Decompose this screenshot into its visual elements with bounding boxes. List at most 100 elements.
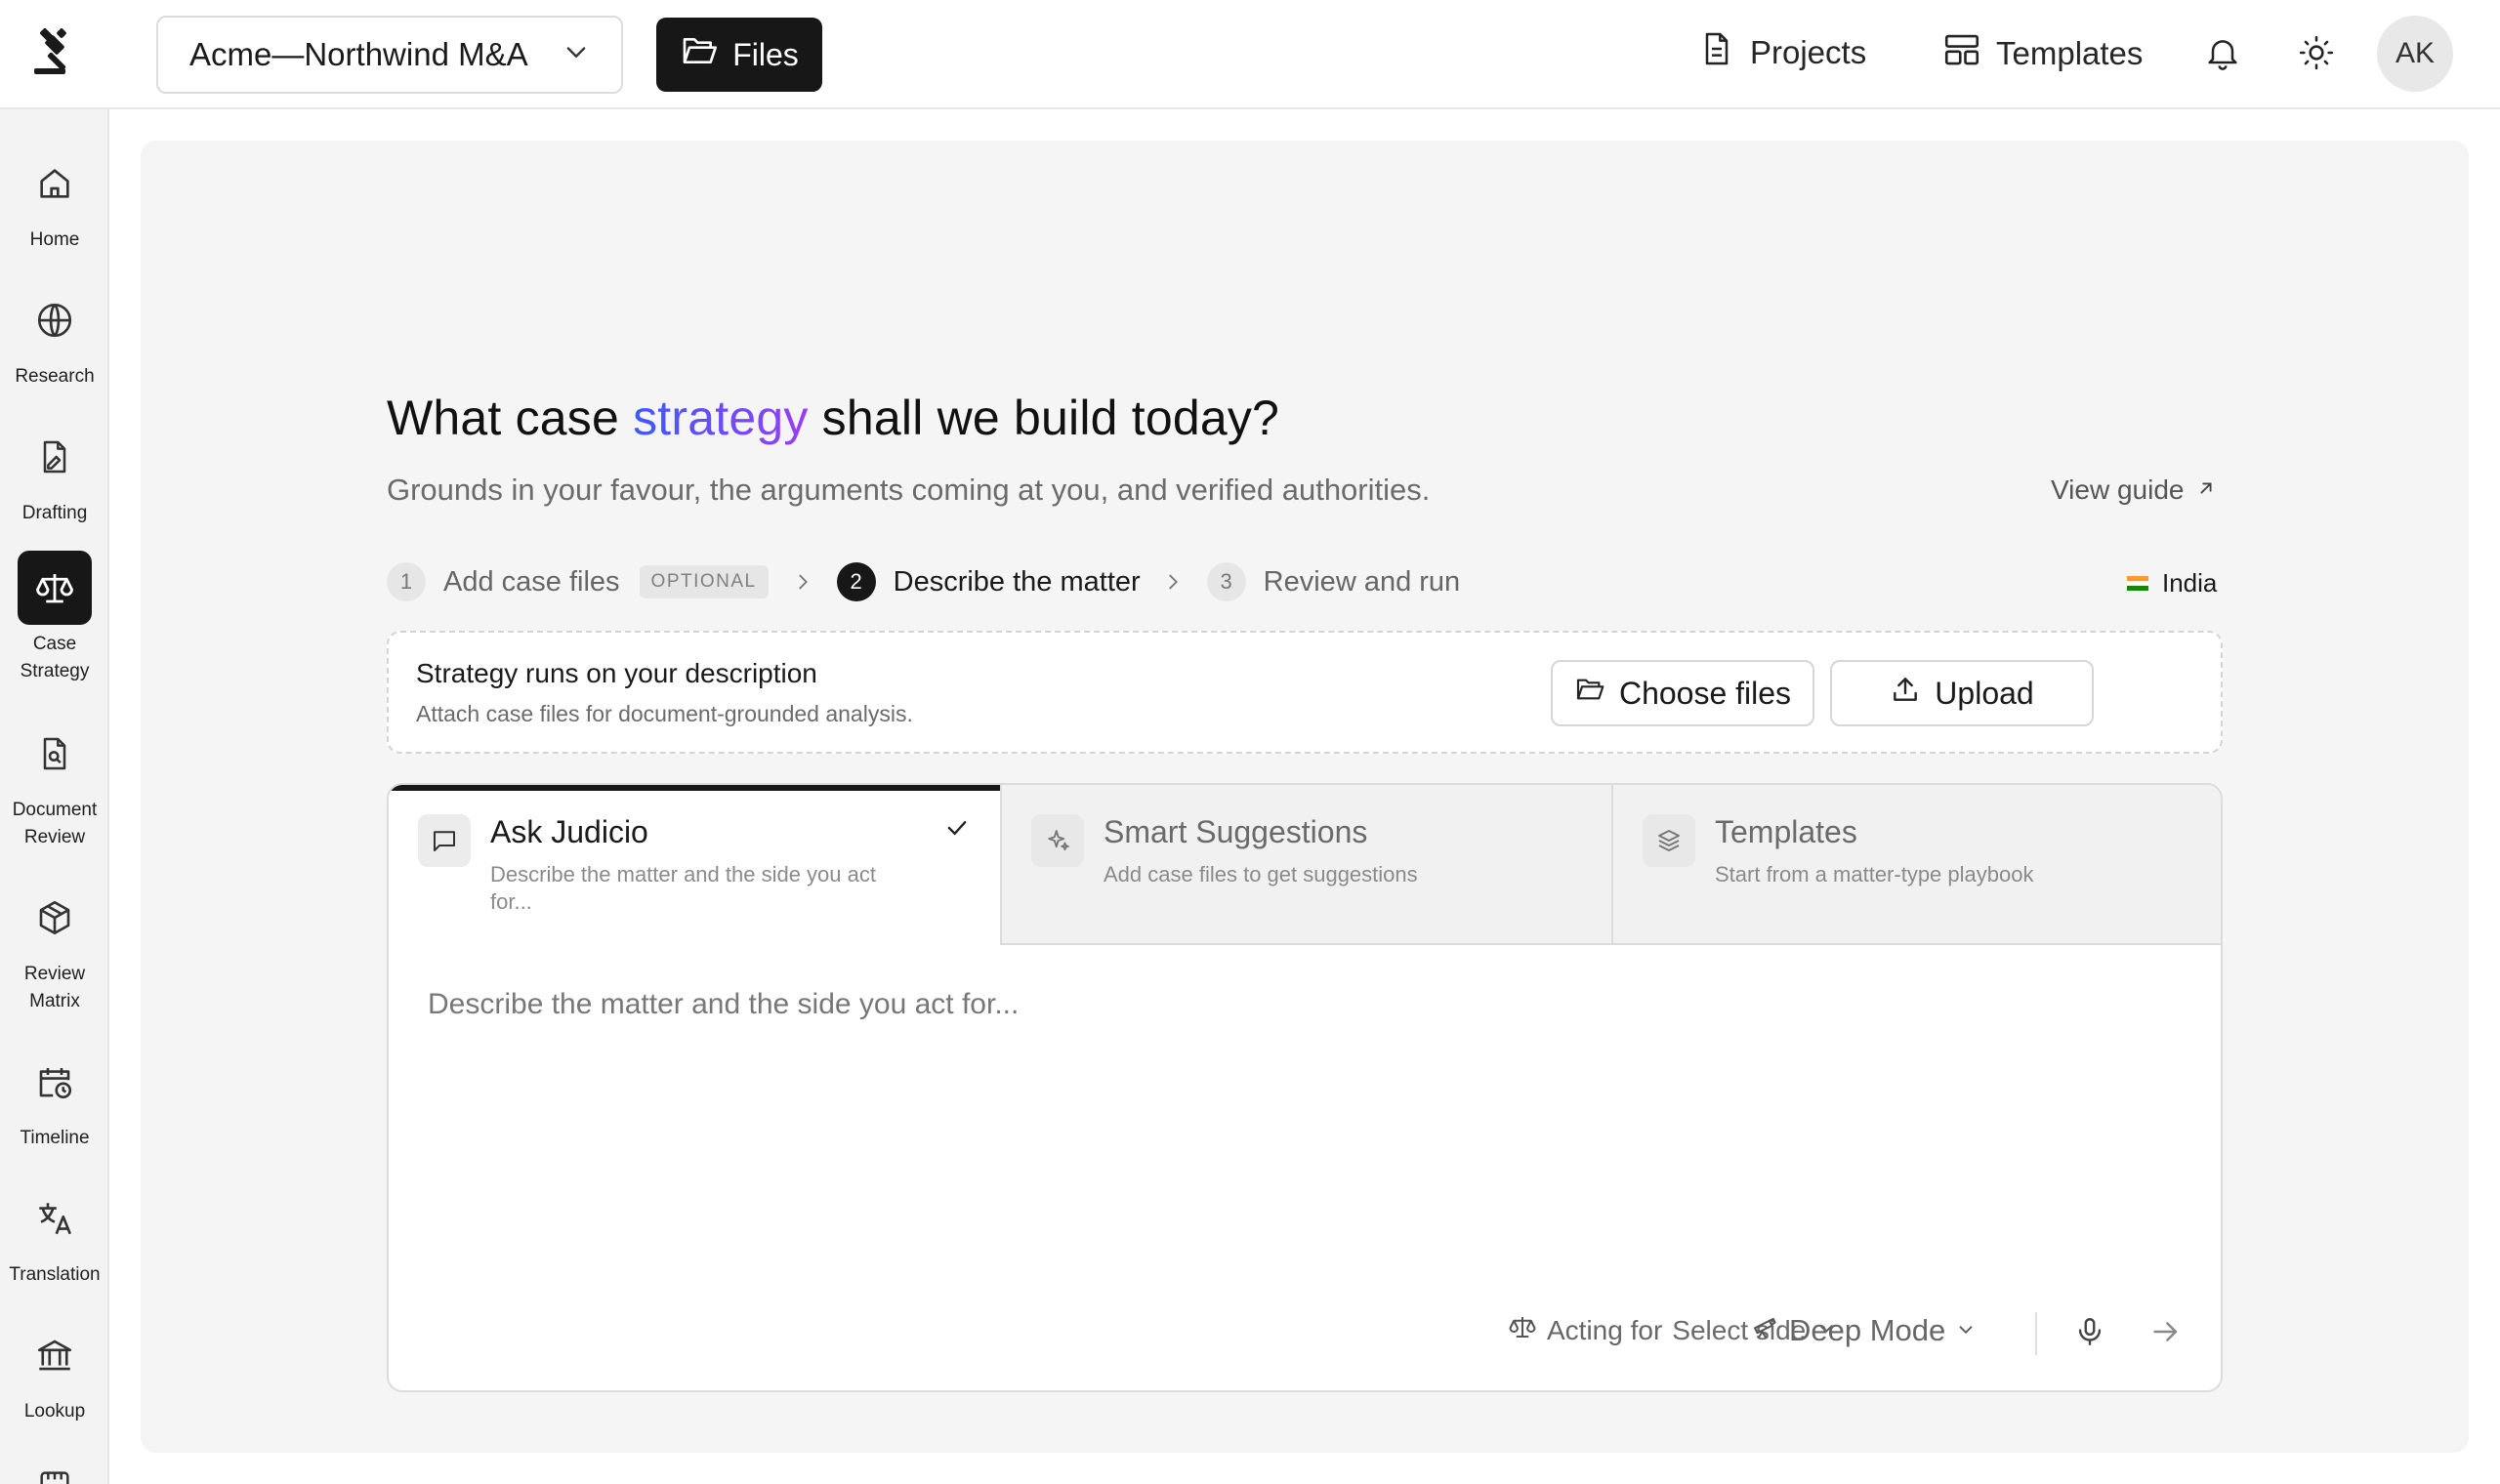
headline-accent: strategy bbox=[633, 391, 809, 445]
projects-link[interactable]: Projects bbox=[1697, 29, 1866, 76]
avatar[interactable]: AK bbox=[2377, 16, 2453, 92]
telescope-icon bbox=[1750, 1312, 1779, 1349]
workspace-select[interactable]: Acme—Northwind M&A bbox=[156, 16, 623, 94]
sidebar-item-label: Drafting bbox=[21, 503, 88, 523]
arrow-up-right-icon bbox=[2195, 474, 2217, 506]
sidebar-item-label: Research bbox=[15, 366, 95, 387]
sidebar-item-drafting[interactable]: Drafting bbox=[0, 420, 109, 527]
step-number: 1 bbox=[387, 562, 426, 601]
sidebar-item-research[interactable]: Research bbox=[0, 283, 109, 391]
tab-templates[interactable]: Templates Start from a matter-type playb… bbox=[1611, 785, 2221, 945]
stepper: 1 Add case files OPTIONAL 2 Describe the… bbox=[387, 562, 1479, 601]
sidebar-item-translation[interactable]: Translation bbox=[0, 1181, 109, 1289]
upload-icon bbox=[1890, 674, 1921, 713]
upload-button[interactable]: Upload bbox=[1830, 660, 2094, 726]
step-number: 3 bbox=[1206, 562, 1246, 601]
sidebar-item-document-review[interactable]: Document Review bbox=[0, 717, 109, 851]
mode-select[interactable]: Deep Mode bbox=[1750, 1312, 1977, 1349]
layout-icon bbox=[1941, 29, 1982, 78]
region-selector[interactable]: India bbox=[2127, 568, 2217, 598]
check-icon bbox=[943, 814, 971, 846]
scales-icon bbox=[18, 551, 92, 625]
send-button[interactable] bbox=[2143, 1310, 2189, 1357]
bell-icon bbox=[2203, 33, 2242, 77]
files-button[interactable]: Files bbox=[656, 18, 822, 92]
page-title: What case strategy shall we build today? bbox=[387, 390, 1279, 446]
acting-for-label: Acting for bbox=[1547, 1314, 1663, 1345]
view-guide-label: View guide bbox=[2051, 474, 2185, 505]
templates-link[interactable]: Templates bbox=[1941, 29, 2143, 78]
microphone-icon bbox=[2073, 1315, 2106, 1353]
attach-subtitle: Attach case files for document-grounded … bbox=[416, 701, 913, 726]
sidebar: Home Research Drafting Case Strategy Doc… bbox=[0, 0, 109, 1484]
templates-label: Templates bbox=[1996, 35, 2144, 71]
attach-files-dropzone[interactable]: Strategy runs on your description Attach… bbox=[387, 631, 2223, 754]
folder-open-icon bbox=[680, 31, 719, 78]
sidebar-item-timeline[interactable]: Timeline bbox=[0, 1045, 109, 1152]
files-label: Files bbox=[732, 36, 799, 72]
headline-before: What case bbox=[387, 391, 634, 445]
sidebar-item-home[interactable]: Home bbox=[0, 146, 109, 254]
sidebar-item-case-strategy[interactable]: Case Strategy bbox=[0, 551, 109, 685]
bank-icon bbox=[18, 1318, 92, 1392]
sidebar-item-label: Translation bbox=[9, 1264, 101, 1285]
sidebar-item-review-matrix[interactable]: Review Matrix bbox=[0, 881, 109, 1015]
calendar-clock-icon bbox=[18, 1045, 92, 1119]
tab-subtitle: Add case files to get suggestions bbox=[1104, 862, 1418, 886]
prompt-composer: Ask Judicio Describe the matter and the … bbox=[387, 783, 2223, 1392]
projects-label: Projects bbox=[1750, 34, 1867, 70]
tab-ask-judicio[interactable]: Ask Judicio Describe the matter and the … bbox=[389, 785, 1000, 945]
app-logo[interactable] bbox=[0, 0, 109, 109]
chevron-right-icon bbox=[1162, 571, 1184, 593]
sidebar-more-icon[interactable] bbox=[35, 1466, 74, 1484]
theme-toggle-button[interactable] bbox=[2289, 27, 2344, 82]
voice-input-button[interactable] bbox=[2066, 1310, 2113, 1357]
chevron-down-icon bbox=[1955, 1313, 1977, 1348]
top-bar: Acme—Northwind M&A Files Projects Templa… bbox=[109, 0, 2500, 109]
sidebar-item-label: Timeline bbox=[20, 1128, 90, 1148]
tab-smart-suggestions[interactable]: Smart Suggestions Add case files to get … bbox=[1000, 785, 1611, 945]
tab-subtitle: Describe the matter and the side you act… bbox=[490, 862, 876, 914]
step-describe-the-matter[interactable]: Describe the matter bbox=[894, 566, 1141, 598]
sidebar-item-label: Review Matrix bbox=[23, 964, 86, 1011]
layers-icon bbox=[1643, 814, 1695, 867]
document-icon bbox=[1697, 29, 1736, 76]
pen-document-icon bbox=[18, 420, 92, 494]
tab-title: Ask Judicio bbox=[490, 814, 648, 849]
tab-title: Smart Suggestions bbox=[1104, 814, 1368, 849]
step-number: 2 bbox=[836, 562, 876, 601]
upload-label: Upload bbox=[1935, 675, 2034, 711]
tab-subtitle: Start from a matter-type playbook bbox=[1715, 862, 2034, 886]
sidebar-item-label: Lookup bbox=[23, 1401, 86, 1422]
tab-title: Templates bbox=[1715, 814, 1857, 849]
choose-files-button[interactable]: Choose files bbox=[1551, 660, 1814, 726]
arrow-right-icon bbox=[2149, 1315, 2183, 1353]
sidebar-item-label: Case Strategy bbox=[20, 634, 90, 681]
gavel-logo-icon bbox=[28, 25, 81, 83]
optional-badge: OPTIONAL bbox=[639, 565, 769, 598]
step-add-case-files[interactable]: Add case files bbox=[443, 566, 620, 598]
toolbar-divider bbox=[2035, 1312, 2037, 1355]
sidebar-item-label: Document Review bbox=[12, 800, 98, 847]
page-subtitle: Grounds in your favour, the arguments co… bbox=[387, 473, 1431, 507]
document-search-icon bbox=[18, 717, 92, 791]
notifications-button[interactable] bbox=[2195, 27, 2250, 82]
step-review-and-run[interactable]: Review and run bbox=[1264, 566, 1461, 598]
mode-value: Deep Mode bbox=[1789, 1313, 1946, 1347]
prompt-input[interactable]: Describe the matter and the side you act… bbox=[428, 988, 1019, 1021]
chevron-down-icon bbox=[562, 36, 590, 73]
region-label: India bbox=[2162, 568, 2218, 598]
sun-icon bbox=[2298, 34, 2335, 76]
cube-icon bbox=[18, 881, 92, 955]
main-panel: What case strategy shall we build today?… bbox=[141, 141, 2469, 1453]
sidebar-item-lookup[interactable]: Lookup bbox=[0, 1318, 109, 1425]
view-guide-link[interactable]: View guide bbox=[2051, 474, 2217, 506]
chevron-right-icon bbox=[792, 571, 813, 593]
attach-title: Strategy runs on your description bbox=[416, 658, 817, 688]
choose-files-label: Choose files bbox=[1618, 675, 1792, 711]
folder-open-icon bbox=[1574, 674, 1605, 713]
globe-icon bbox=[18, 283, 92, 357]
chat-icon bbox=[418, 814, 471, 867]
headline-after: shall we build today? bbox=[808, 391, 1280, 445]
workspace-name: Acme—Northwind M&A bbox=[189, 36, 528, 72]
